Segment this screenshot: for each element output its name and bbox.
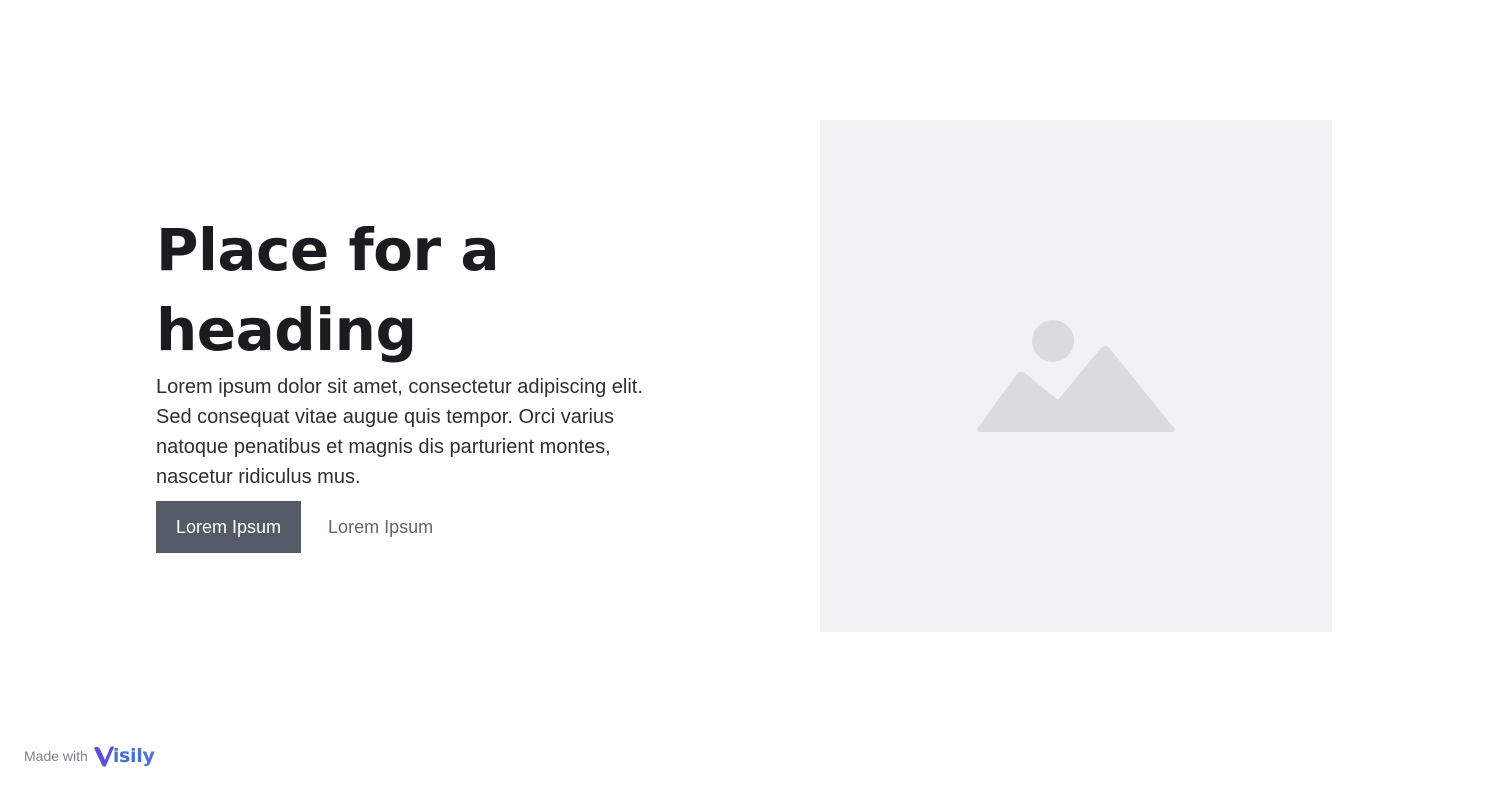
visily-brand-text: isily <box>112 745 155 767</box>
hero-actions: Lorem Ipsum Lorem Ipsum <box>156 501 656 553</box>
visily-logo: isily <box>92 744 155 768</box>
image-placeholder <box>820 120 1332 632</box>
hero-text-block: Place for a heading Lorem ipsum dolor si… <box>156 210 656 553</box>
hero-heading: Place for a heading <box>156 216 499 364</box>
image-placeholder-icon <box>977 320 1175 432</box>
made-with-label: Made with <box>24 748 88 764</box>
hero-body-text: Lorem ipsum dolor sit amet, consectetur … <box>156 376 643 488</box>
page: Place for a heading Lorem ipsum dolor si… <box>0 0 1488 792</box>
primary-button[interactable]: Lorem Ipsum <box>156 501 302 553</box>
secondary-link-button[interactable]: Lorem Ipsum <box>328 517 433 538</box>
made-with-badge[interactable]: Made with isily <box>24 744 155 768</box>
